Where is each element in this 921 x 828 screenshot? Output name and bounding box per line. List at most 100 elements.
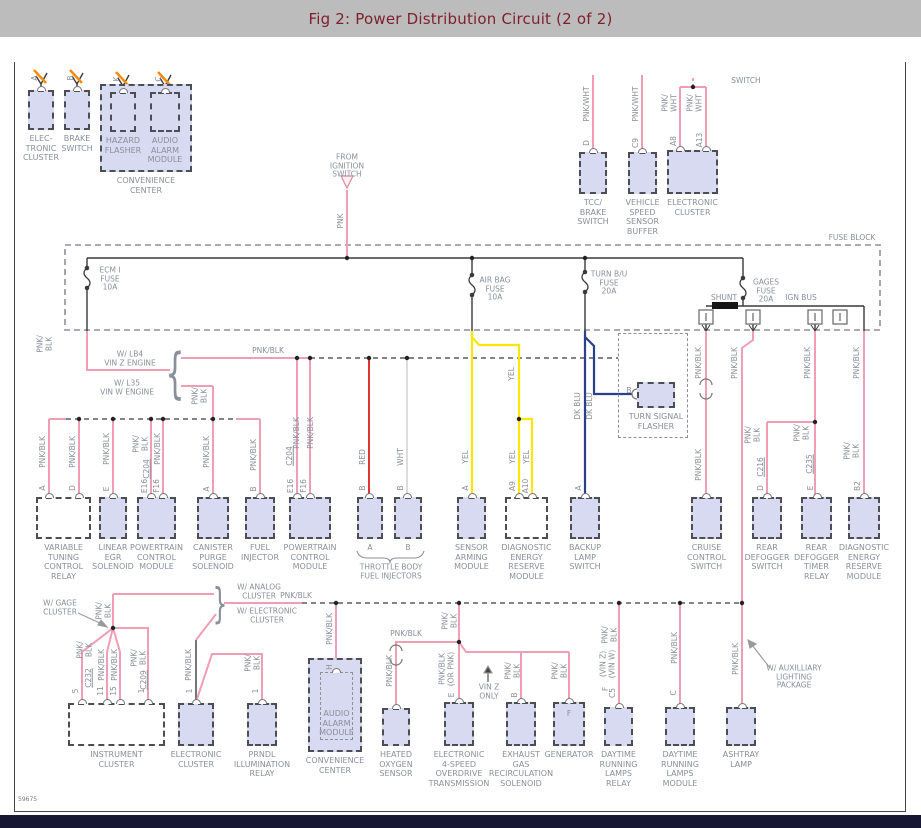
pin-bump (292, 492, 302, 498)
wire-label: C216 (755, 457, 765, 477)
diagram-code: 59675 (18, 796, 38, 803)
wire-label: 1 (184, 688, 194, 694)
pin-bump (118, 87, 128, 93)
wire-label: RED (357, 449, 367, 465)
wire-label: A (37, 485, 47, 491)
wire-label: PNK/BLK (96, 649, 106, 681)
ashtray-lamp (726, 707, 756, 746)
pin-bump (859, 492, 869, 498)
wire-label: F16 (298, 479, 308, 493)
wire-label: PNK/BLK (851, 347, 861, 379)
throttle-body-injector-a (357, 497, 383, 539)
ign-bus-taps (698, 309, 848, 325)
wire-label: K (111, 76, 121, 82)
convenience-center-top-label: CONVENIENCE CENTER (116, 176, 176, 195)
wire-label: PNK/BLK (280, 590, 312, 600)
pin-bump (812, 492, 822, 498)
wire-label: PNK/ BLK (131, 435, 150, 453)
wire-label: A (367, 542, 373, 552)
pin-bump (72, 85, 82, 91)
wire-label: PNK/BLK (730, 643, 740, 675)
wire-label: PNK/BLK (729, 347, 739, 379)
pin-bump (454, 697, 464, 703)
pin-bump (208, 492, 218, 498)
page-border-left (14, 62, 15, 812)
wire-label: DK BLU (584, 392, 594, 420)
wire-label: PNK/BLK (693, 347, 703, 379)
pin-bump (331, 667, 341, 673)
wire-label: B (357, 485, 367, 491)
turn-signal-flasher-label: TURN SIGNAL FLASHER (628, 412, 684, 431)
wire-label: PNK/BLK (669, 632, 679, 664)
yellow-wires (470, 331, 534, 497)
wire-label: PNK/ WHT (685, 94, 704, 112)
hazard-flasher (110, 92, 136, 132)
wire-label: PNK/BLK (291, 417, 301, 449)
wire-label: E (805, 485, 815, 491)
pin-bump (364, 492, 374, 498)
brake-switch (64, 90, 90, 130)
wire-label: W/ GAGE CLUSTER (43, 598, 77, 616)
wire-label: D (581, 140, 591, 146)
wire-label: PNK/ BLK (94, 602, 113, 620)
bottom-bar (0, 815, 921, 828)
wire-label: F16 (151, 479, 161, 493)
wire-label: PNK/ BLK (129, 649, 148, 667)
pin-bump (143, 698, 153, 704)
shunt-bar (712, 302, 738, 309)
pin-bump (102, 698, 112, 704)
pin-bump (514, 492, 524, 498)
wire-label: PNK/BLK (37, 436, 47, 468)
wire-label: 1 (136, 688, 146, 694)
wire-label: TURN B/U FUSE 20A (590, 269, 628, 296)
cruise-control-switch (691, 497, 722, 539)
wire-label: PNK/BLK (152, 433, 162, 465)
wire-label: PNK (335, 213, 345, 229)
page-border-bottom (14, 811, 906, 812)
wiring-diagram-page: Fig 2: Power Distribution Circuit (2 of … (0, 0, 921, 828)
wire-label: C9 (630, 137, 640, 149)
wire-label: YEL (460, 450, 470, 464)
audio-alarm-module-top-label: AUDIO ALARM MODULE (147, 136, 183, 164)
wire-label: A (460, 485, 470, 491)
wire-label: B (395, 485, 405, 491)
wire-label: YEL (506, 367, 516, 381)
pin-bump (516, 697, 526, 703)
throttle-body-injector-b (394, 497, 422, 539)
wire-label: B (626, 385, 632, 395)
pin-bump (391, 703, 401, 709)
wire-label: VIN Z ONLY (478, 682, 500, 700)
prndl-illumination-relay (247, 703, 277, 746)
brace-symbol: } (212, 578, 228, 628)
wire-label: E16 (139, 478, 149, 494)
electronic-cluster-bottom (178, 703, 214, 746)
wire-label: C (153, 76, 163, 82)
wire-label: (VIN Z) (VIN W) (598, 649, 617, 679)
wire-label: E16 (285, 478, 295, 494)
wire-label: SWITCH (731, 75, 761, 85)
brace-symbol: { (165, 341, 185, 405)
wire-label: B (509, 692, 519, 698)
wire-label: C235 (804, 454, 814, 474)
pin-bump (588, 147, 598, 153)
wire-label: 5 (70, 688, 80, 694)
wire-label: B (65, 75, 75, 81)
pin-bump (255, 492, 265, 498)
wire-label: PNK/BLK (693, 449, 703, 481)
pin-bump (580, 492, 590, 498)
wire-label: DK BLU (572, 392, 582, 420)
backup-lamp-switch-label: BACKUP LAMP SWITCH (568, 543, 602, 571)
sensor-arming-module (457, 497, 486, 539)
wire-label: YEL (507, 450, 517, 464)
pin-bump (467, 492, 477, 498)
diagnostic-energy-reserve-module-right-label: DIAGNOSTIC ENERGY RESERVE MODULE (838, 543, 890, 581)
wire-label: C5 (607, 687, 617, 699)
pin-bump (146, 492, 156, 498)
tcc-brake-switch (579, 152, 607, 194)
wire-label: W/ ANALOG CLUSTER (237, 582, 281, 600)
pin-bump (637, 147, 647, 153)
pin-bump (527, 492, 537, 498)
pin-bump (305, 492, 315, 498)
wire-label: THROTTLE BODY FUEL INJECTORS (359, 562, 423, 580)
wire-label: YEL (521, 450, 531, 464)
